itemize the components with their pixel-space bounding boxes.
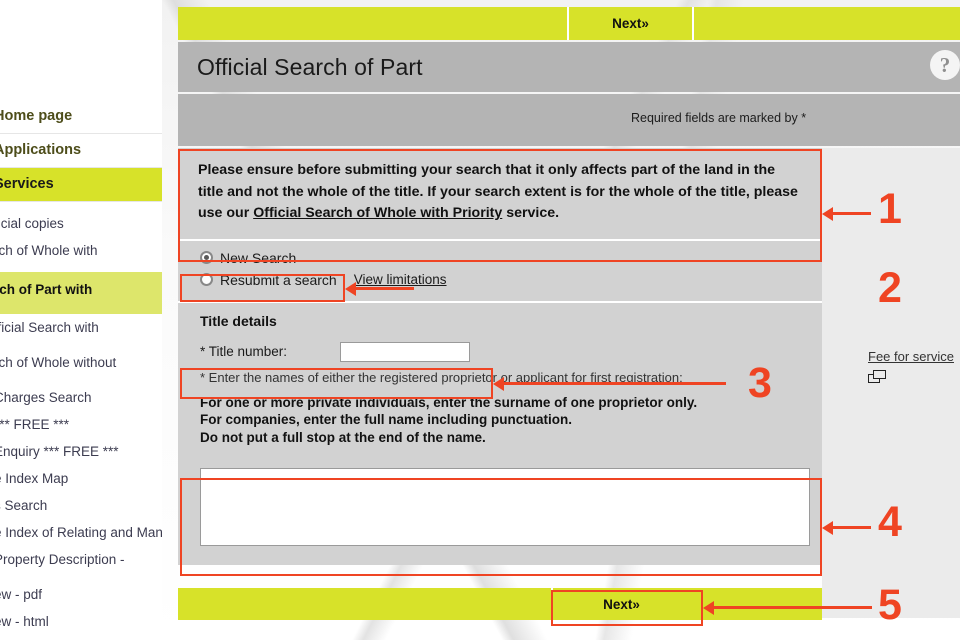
bottom-navigation-bar: Next» [178, 588, 822, 620]
names-textarea-wrap [178, 456, 822, 565]
fee-for-service-link[interactable]: Fee for service [868, 349, 954, 364]
sidebar-item-label: Applications [0, 142, 82, 158]
names-instructions: For one or more private individuals, ent… [200, 394, 822, 447]
help-icon-glyph: ? [930, 50, 960, 80]
fee-for-service-block: Fee for service [868, 348, 960, 384]
sidebar-item-label: Charges Search [0, 390, 92, 405]
sidebar-item-label: ew - html [0, 614, 49, 629]
sidebar-item-view-html[interactable]: ew - html [0, 608, 162, 635]
top-next-label: Next» [612, 16, 649, 31]
sidebar-item-label: Services [0, 176, 54, 192]
names-textarea[interactable] [200, 468, 810, 546]
sidebar-item-label: Property Description - [0, 552, 125, 567]
sidebar-item-label: e Index Map [0, 471, 69, 486]
instruction-line-2: For companies, enter the full name inclu… [200, 412, 573, 427]
sidebar-item-view-pdf[interactable]: ew - pdf [0, 581, 162, 608]
help-question-mark-icon[interactable]: ? [930, 50, 960, 84]
sidebar-item-services[interactable]: Services [0, 168, 162, 202]
instruction-line-3: Do not put a full stop at the end of the… [200, 429, 486, 445]
top-next-button[interactable]: Next» [569, 7, 694, 40]
sidebar-item-enquiry-free[interactable]: Enquiry *** FREE *** [0, 438, 162, 465]
sidebar-item-official-copies[interactable]: ficial copies [0, 210, 162, 237]
sidebar-item-label: rch of Part with [0, 282, 93, 297]
view-limitations-link[interactable]: View limitations [354, 272, 447, 287]
new-search-radio-icon[interactable] [200, 251, 213, 264]
main-content: Next» Official Search of Part ? Required… [178, 0, 960, 640]
sidebar-item-label: *** FREE *** [0, 417, 70, 432]
title-details-section: Title details * Title number: * Enter th… [178, 302, 822, 456]
sidebar-item-search-of-whole-with[interactable]: rch of Whole with [0, 237, 162, 264]
required-fields-bar: Required fields are marked by * [178, 94, 960, 146]
form-body: Please ensure before submitting your sea… [178, 148, 822, 565]
new-search-label: New Search [220, 249, 297, 266]
title-number-row: * Title number: [200, 339, 822, 365]
new-search-radio-row[interactable]: New Search [200, 247, 822, 269]
sidebar-item-index-of-relating-and-manors[interactable]: e Index of Relating and Manors [0, 519, 162, 546]
notice-text-after: service. [502, 205, 560, 221]
sidebar-item-label: ew - pdf [0, 587, 43, 602]
sidebar-item-search-of-part-with[interactable]: rch of Part with [0, 272, 162, 314]
bottom-next-button[interactable]: Next» [553, 588, 703, 620]
right-info-panel: Fee for service [822, 148, 960, 618]
sidebar-item-property-description[interactable]: Property Description - [0, 546, 162, 573]
top-navigation-bar: Next» [178, 7, 960, 40]
resubmit-search-radio-row[interactable]: Resubmit a search View limitations [200, 269, 822, 291]
official-search-of-whole-link[interactable]: Official Search of Whole with Priority [253, 205, 502, 221]
new-window-icon [868, 370, 888, 384]
title-number-label: * Title number: [200, 344, 288, 359]
sidebar-item-label: e Index of Relating and Manors [0, 525, 162, 540]
resubmit-search-label: Resubmit a search [220, 271, 337, 288]
sidebar-item-official-search-with[interactable]: fficial Search with [0, 314, 162, 341]
sidebar-item-applications[interactable]: Applications [0, 134, 162, 168]
sidebar-top-spacer [0, 0, 162, 100]
sidebar-item-label: fficial Search with [0, 320, 99, 335]
title-details-heading: Title details [200, 312, 277, 329]
title-number-input[interactable] [340, 341, 470, 362]
bottom-next-label: Next» [603, 596, 640, 612]
page-title-bar: Official Search of Part ? [178, 42, 960, 92]
page-title: Official Search of Part [197, 53, 423, 80]
search-mode-group: New Search Resubmit a search View limita… [178, 240, 822, 301]
topbar-right-segment [694, 7, 960, 40]
sidebar-item-free-1[interactable]: *** FREE *** [0, 411, 162, 438]
page-root: Home page Applications Services ficial c… [0, 0, 960, 640]
notice-box: Please ensure before submitting your sea… [178, 148, 822, 239]
new-window-icon-front [873, 370, 886, 379]
sidebar-item-s-search[interactable]: s Search [0, 492, 162, 519]
sidebar-item-label: s Search [0, 498, 48, 513]
topbar-left-segment [178, 7, 569, 40]
sidebar-item-index-map[interactable]: e Index Map [0, 465, 162, 492]
resubmit-search-radio-icon[interactable] [200, 273, 213, 286]
sidebar-item-label: ficial copies [0, 216, 64, 231]
sidebar-item-label: rch of Whole with [0, 243, 98, 258]
sidebar-item-charges-search[interactable]: Charges Search [0, 384, 162, 411]
sidebar-item-label: Enquiry *** FREE *** [0, 444, 119, 459]
sidebar-item-home-page[interactable]: Home page [0, 100, 162, 134]
instruction-line-1: For one or more private individuals, ent… [200, 394, 698, 410]
sidebar-item-search-of-whole-without[interactable]: rch of Whole without [0, 349, 162, 376]
names-note: * Enter the names of either the register… [200, 369, 683, 385]
left-navigation-sidebar: Home page Applications Services ficial c… [0, 0, 162, 640]
required-fields-note: Required fields are marked by * [631, 111, 807, 125]
sidebar-item-label: Home page [0, 108, 73, 124]
sidebar-item-label: rch of Whole without [0, 355, 117, 370]
